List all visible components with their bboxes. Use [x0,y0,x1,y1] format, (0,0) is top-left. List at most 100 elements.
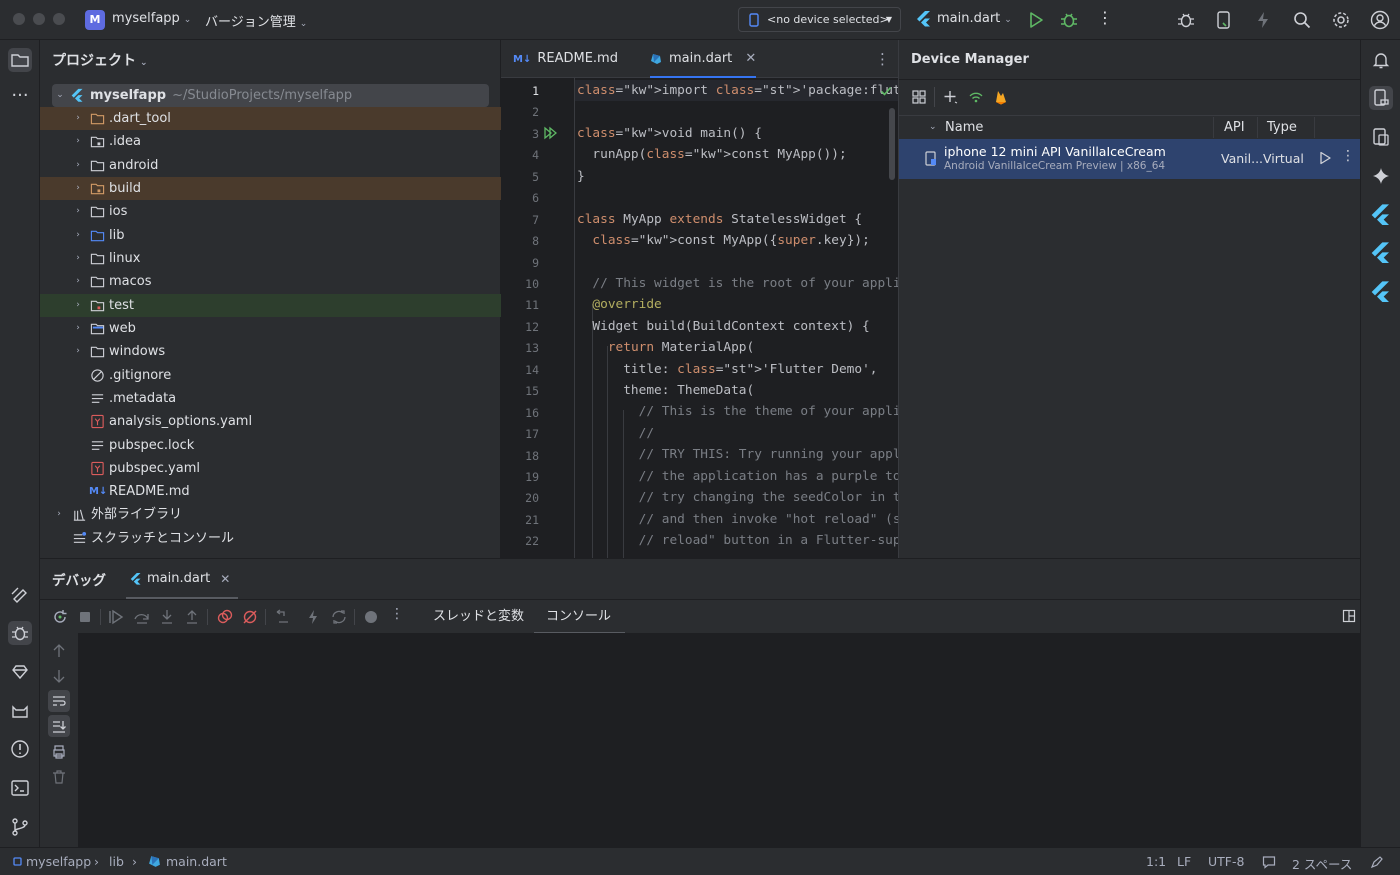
restart-frame-icon[interactable] [273,608,291,626]
terminal-tool-button[interactable] [8,776,32,800]
firebase-icon[interactable] [993,89,1009,105]
gemini-tool-button[interactable] [8,660,32,684]
tree-item[interactable]: › web [40,317,501,340]
sort-arrow-icon[interactable]: ⌄ [929,116,937,139]
scroll-to-end-button[interactable] [48,715,70,737]
close-tab-icon[interactable]: ✕ [220,559,230,599]
soft-wrap-button[interactable] [48,690,70,712]
chevron-right-icon[interactable]: › [72,130,84,153]
no-problems-check-icon[interactable] [880,85,892,97]
hot-reload-icon[interactable] [304,608,322,626]
more-actions-icon[interactable]: ⋮ [1097,8,1113,27]
tree-item[interactable]: › lib [40,224,501,247]
chevron-right-icon[interactable]: › [72,200,84,223]
device-manager-button[interactable] [1369,86,1393,110]
chevron-right-icon[interactable]: › [72,294,84,317]
stop-icon[interactable] [76,608,94,626]
problems-tool-button[interactable] [8,737,32,761]
debug-more-icon[interactable]: ⋮ [390,606,404,622]
tab-console[interactable]: コンソール [533,599,626,634]
step-over-icon[interactable] [133,608,151,626]
launch-device-icon[interactable] [1318,151,1332,165]
read-only-lock-icon[interactable] [1370,855,1384,869]
resume-icon[interactable] [107,608,125,626]
tree-item[interactable]: › linux [40,247,501,270]
tree-item[interactable]: › .dart_tool [40,107,501,130]
chevron-right-icon[interactable]: › [72,247,84,270]
wifi-pairing-icon[interactable] [968,89,984,105]
gear-icon[interactable] [1331,10,1351,30]
mute-breakpoints-icon[interactable] [241,608,259,626]
android-studio-bot-button[interactable] [8,699,32,723]
arrow-down-icon[interactable] [50,667,68,685]
notifications-button[interactable] [1369,48,1393,72]
running-devices-button[interactable] [1369,125,1393,149]
project-tool-button[interactable] [8,48,32,72]
step-out-icon[interactable] [183,608,201,626]
line-separator[interactable]: LF [1177,854,1191,869]
hot-reload-icon[interactable] [1253,10,1273,30]
tree-item-external-libraries[interactable]: › 外部ライブラリ [40,503,501,526]
chevron-right-icon[interactable]: › [72,224,84,247]
debug-tool-button[interactable] [8,621,32,645]
attach-debugger-icon[interactable] [1176,10,1196,30]
tree-item[interactable]: › build [40,177,501,200]
more-tools-icon[interactable]: ··· [8,86,32,110]
run-config-selector[interactable]: main.dart ⌄ [937,11,1012,26]
project-switcher[interactable]: myselfapp ⌄ [112,11,191,26]
indent-setting[interactable]: 2 スペース [1292,854,1352,873]
layout-settings-icon[interactable] [1342,609,1356,623]
rerun-icon[interactable] [51,608,69,626]
tree-item[interactable]: analysis_options.yaml [40,410,501,433]
tree-item[interactable]: › test [40,294,501,317]
editor-scrollbar[interactable] [889,108,895,180]
tree-item[interactable]: pubspec.lock [40,434,501,457]
tree-item[interactable]: › windows [40,340,501,363]
flutter-inspector-side-button[interactable] [1369,203,1393,227]
tree-item-scratches[interactable]: スクラッチとコンソール [40,527,501,550]
console-output[interactable] [78,633,1360,848]
chevron-right-icon[interactable]: › [72,340,84,363]
window-close-button[interactable] [13,13,25,25]
tab-threads-variables[interactable]: スレッドと変数 [433,599,524,634]
tree-item[interactable]: .metadata [40,387,501,410]
column-type[interactable]: Type [1267,116,1297,139]
print-icon[interactable] [50,743,68,761]
device-row[interactable]: iphone 12 mini API VanillaIceCream Andro… [899,139,1360,179]
device-options-icon[interactable]: ⋮ [1341,148,1355,164]
flutter-inspector-button[interactable] [8,582,32,606]
chevron-right-icon[interactable]: › [72,270,84,293]
breadcrumb-project[interactable]: myselfapp [26,854,91,869]
tree-item[interactable]: pubspec.yaml [40,457,501,480]
close-tab-icon[interactable]: ✕ [745,40,756,78]
tree-item[interactable]: › android [40,154,501,177]
tree-item[interactable]: .gitignore [40,364,501,387]
window-zoom-button[interactable] [53,13,65,25]
arrow-up-icon[interactable] [50,642,68,660]
account-icon[interactable] [1370,10,1390,30]
breadcrumb-folder[interactable]: lib [109,854,124,869]
chevron-right-icon[interactable]: › [72,177,84,200]
device-mirroring-icon[interactable] [1214,10,1234,30]
tab-readme[interactable]: M↓ README.md [513,40,618,78]
chevron-right-icon[interactable]: › [72,107,84,130]
tree-item[interactable]: › macos [40,270,501,293]
tab-options-icon[interactable]: ⋮ [875,50,890,68]
file-encoding[interactable]: UTF-8 [1208,854,1244,869]
column-api[interactable]: API [1224,116,1245,139]
device-selector[interactable]: <no device selected> ▼ [738,7,901,32]
window-minimize-button[interactable] [33,13,45,25]
chevron-right-icon[interactable]: › [53,503,65,526]
view-breakpoints-icon[interactable] [216,608,234,626]
expand-arrow-icon[interactable]: ⌄ [54,84,66,107]
device-group-icon[interactable] [911,89,927,105]
git-tool-button[interactable] [8,815,32,839]
step-into-icon[interactable] [158,608,176,626]
search-icon[interactable] [1292,10,1312,30]
comment-icon[interactable] [1262,855,1276,869]
caret-position[interactable]: 1:1 [1146,854,1166,869]
flutter-performance-button[interactable] [1369,280,1393,304]
gemini-button[interactable] [1369,164,1393,188]
devtools-icon[interactable] [362,608,380,626]
chevron-right-icon[interactable]: › [72,154,84,177]
